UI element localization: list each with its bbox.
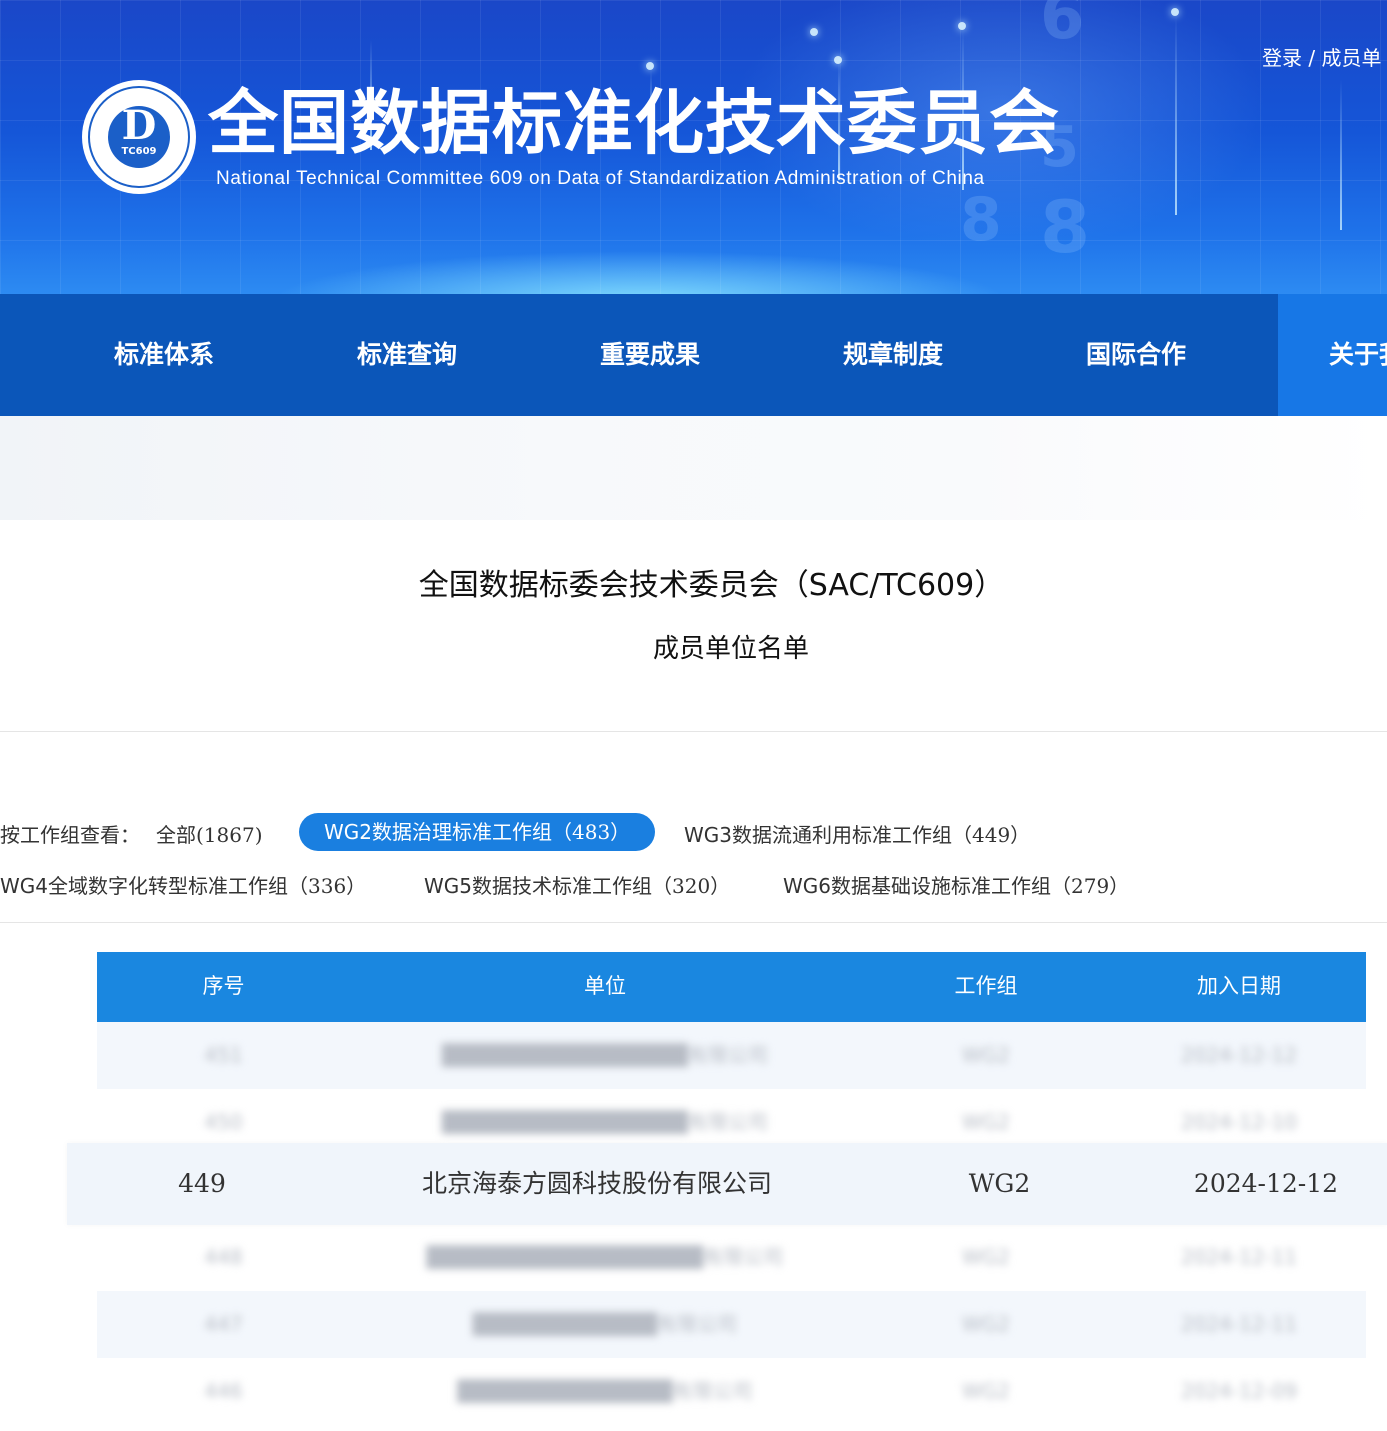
cell-group: WG2: [860, 1358, 1112, 1425]
members-link[interactable]: 成员单: [1321, 46, 1381, 70]
cell-no-text: 451: [204, 1043, 243, 1067]
divider: [0, 922, 1387, 923]
cell-group: WG2: [968, 1169, 1031, 1198]
filter-wg5-name: WG5数据技术标准工作组: [424, 874, 652, 898]
link-separator: /: [1308, 46, 1322, 70]
page-title: 全国数据标委会技术委员会（SAC/TC609）: [418, 568, 1005, 603]
cell-group: WG2: [860, 1291, 1112, 1358]
cell-no-text: 446: [204, 1379, 243, 1403]
cell-unit-text: ██████████████有限公司: [457, 1379, 753, 1403]
nav-item-international[interactable]: 国际合作: [1086, 294, 1186, 416]
cell-date-text: 2024-12-11: [1180, 1312, 1298, 1336]
members-table: 序号 单位 工作组 加入日期 451 ████████████████有限公司 …: [97, 952, 1366, 1403]
cell-unit: ████████████████有限公司: [350, 1022, 860, 1089]
cell-unit-text: ██████████████████有限公司: [426, 1245, 784, 1269]
cell-date: 2024-12-12: [1112, 1022, 1366, 1089]
banner-light-dot: [646, 62, 654, 70]
filter-wg3-name: WG3数据流通利用标准工作组: [684, 823, 952, 847]
column-header-no: 序号: [202, 974, 245, 998]
top-links: 登录 / 成员单: [1262, 42, 1381, 71]
filter-wg5[interactable]: WG5数据技术标准工作组（320）: [424, 870, 730, 899]
cell-group-text: WG2: [962, 1312, 1010, 1336]
divider: [0, 731, 1387, 732]
cell-unit-text: ████████████有限公司: [472, 1312, 738, 1336]
cell-no: 448: [97, 1224, 350, 1291]
column-header-unit: 单位: [584, 974, 626, 998]
table-header: 序号 单位 工作组 加入日期: [97, 952, 1366, 1022]
table-row[interactable]: 447 ████████████有限公司 WG2 2024-12-11: [97, 1291, 1366, 1358]
header-banner: 6 5 8 8 D TC609 全国数据标准化技术委员会 National Te…: [0, 0, 1387, 294]
cell-no: 446: [97, 1358, 350, 1425]
banner-bg-digit: 8: [1040, 185, 1091, 269]
cell-unit: ████████████有限公司: [350, 1291, 860, 1358]
filter-wg4-name: WG4全域数字化转型标准工作组: [0, 874, 288, 898]
filter-label: 按工作组查看：: [0, 823, 140, 847]
filter-wg2-name: WG2数据治理标准工作组: [324, 820, 552, 844]
filter-wg2-count: （483）: [552, 820, 631, 844]
banner-light-line: [1175, 15, 1177, 215]
banner-light-dot: [1171, 8, 1179, 16]
site-title-en: National Technical Committee 609 on Data…: [216, 168, 985, 189]
filter-all[interactable]: 全部(1867): [156, 819, 263, 848]
table-row[interactable]: 446 ██████████████有限公司 WG2 2024-12-09: [97, 1358, 1366, 1425]
cell-date: 2024-12-11: [1112, 1291, 1366, 1358]
filter-all-name: 全部: [156, 823, 196, 847]
filter-wg3[interactable]: WG3数据流通利用标准工作组（449）: [684, 819, 1030, 848]
column-header-date: 加入日期: [1197, 974, 1281, 998]
filter-wg4-count: （336）: [288, 874, 367, 898]
banner-bg-digit: 6: [1040, 0, 1085, 54]
cell-date-text: 2024-12-12: [1180, 1043, 1298, 1067]
banner-light-line: [1340, 80, 1342, 230]
banner-light-dot: [958, 22, 966, 30]
cell-unit: 北京海泰方圆科技股份有限公司: [421, 1169, 772, 1198]
table-row-highlighted[interactable]: 449 北京海泰方圆科技股份有限公司 WG2 2024-12-12: [67, 1143, 1387, 1225]
cell-date: 2024-12-09: [1112, 1358, 1366, 1425]
banner-light-dot: [834, 56, 842, 64]
filter-wg6[interactable]: WG6数据基础设施标准工作组（279）: [783, 870, 1129, 899]
cell-group-text: WG2: [962, 1043, 1010, 1067]
filter-wg6-name: WG6数据基础设施标准工作组: [783, 874, 1051, 898]
filter-all-count: (1867): [196, 823, 263, 847]
cell-unit: ██████████████有限公司: [350, 1358, 860, 1425]
breadcrumb-area: [0, 416, 1387, 520]
nav-item-about[interactable]: 关于我: [1278, 294, 1387, 416]
nav-item-standard-system[interactable]: 标准体系: [114, 294, 214, 416]
cell-no-text: 448: [204, 1245, 243, 1269]
cell-unit-text: ████████████████有限公司: [441, 1043, 769, 1067]
cell-unit: ██████████████████有限公司: [350, 1224, 860, 1291]
table-row[interactable]: 448 ██████████████████有限公司 WG2 2024-12-1…: [97, 1224, 1366, 1291]
cell-date: 2024-12-11: [1112, 1224, 1366, 1291]
filter-wg6-count: （279）: [1051, 874, 1130, 898]
cell-no: 447: [97, 1291, 350, 1358]
nav-item-standard-search[interactable]: 标准查询: [357, 294, 457, 416]
cell-no: 449: [178, 1169, 226, 1198]
cell-group-text: WG2: [962, 1379, 1010, 1403]
cell-group: WG2: [860, 1022, 1112, 1089]
cell-date-text: 2024-12-11: [1180, 1245, 1298, 1269]
banner-light-dot: [810, 28, 818, 36]
table-row[interactable]: 451 ████████████████有限公司 WG2 2024-12-12: [97, 1022, 1366, 1089]
committee-logo[interactable]: D TC609: [82, 80, 196, 194]
login-link[interactable]: 登录: [1262, 46, 1302, 70]
cell-no: 451: [97, 1022, 350, 1089]
column-header-group: 工作组: [954, 974, 1018, 998]
banner-bg-digit: 8: [960, 185, 1002, 255]
logo-letter: D: [121, 102, 157, 149]
cell-group-text: WG2: [962, 1245, 1010, 1269]
page-subtitle: 成员单位名单: [652, 634, 809, 664]
page: 6 5 8 8 D TC609 全国数据标准化技术委员会 National Te…: [0, 0, 1387, 1431]
filter-wg3-count: （449）: [952, 823, 1031, 847]
nav-item-regulations[interactable]: 规章制度: [843, 294, 943, 416]
filter-wg2[interactable]: WG2数据治理标准工作组（483）: [299, 813, 656, 851]
cell-group: WG2: [860, 1224, 1112, 1291]
cell-date-text: 2024-12-09: [1180, 1379, 1298, 1403]
main-nav: 标准体系 标准查询 重要成果 规章制度 国际合作 关于我: [0, 294, 1387, 416]
cell-no-text: 447: [204, 1312, 243, 1336]
logo-tc-label: TC609: [121, 146, 157, 157]
filter-wg4[interactable]: WG4全域数字化转型标准工作组（336）: [0, 870, 366, 899]
cell-date: 2024-12-12: [1193, 1169, 1339, 1198]
filter-wg5-count: （320）: [652, 874, 731, 898]
site-title-cn: 全国数据标准化技术委员会: [208, 82, 1060, 164]
nav-item-key-results[interactable]: 重要成果: [600, 294, 700, 416]
